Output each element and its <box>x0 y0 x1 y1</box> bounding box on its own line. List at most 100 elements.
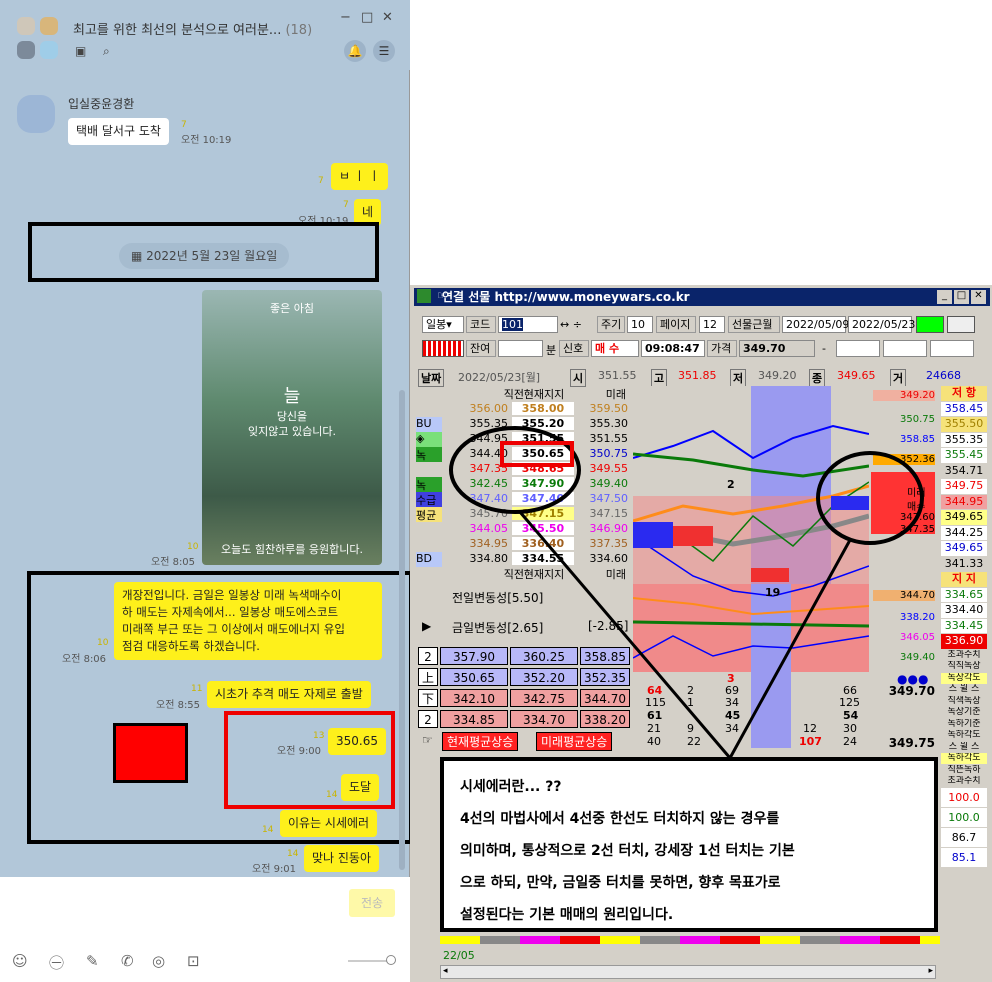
menu-icon[interactable]: ☰ <box>373 40 395 62</box>
date-divider-text: 2022년 5월 23일 월요일 <box>146 249 278 263</box>
emoji-icon[interactable]: ☺ <box>12 952 28 970</box>
unread-count: 13 <box>313 731 325 741</box>
extra-field[interactable] <box>883 340 927 357</box>
status-led <box>916 316 944 333</box>
panel-item: 344.95 <box>941 494 987 509</box>
extra-field[interactable] <box>930 340 974 357</box>
close-icon[interactable]: ✕ <box>382 10 393 25</box>
note-line: 설정된다는 기본 매매의 원리입니다. <box>460 907 674 923</box>
panel-item: 334.45 <box>941 618 987 633</box>
option-box[interactable] <box>947 316 975 333</box>
notification-icon[interactable]: 🔔 <box>344 40 366 62</box>
emoticon-icon[interactable]: ㊀ <box>49 952 64 973</box>
member-avatar[interactable] <box>17 41 35 59</box>
date-to-input[interactable]: 2022/05/23 <box>848 316 915 333</box>
live-icon[interactable]: ◎ <box>152 952 165 970</box>
photo-message[interactable]: 좋은 아침 늘 당신을 잊지않고 있습니다. 오늘도 힘찬하루를 응원합니다. <box>202 290 382 565</box>
panel-item: 녹상각도 <box>941 672 987 684</box>
panel-item: 초과수치 <box>941 649 987 661</box>
minute-label: 분 <box>546 344 557 357</box>
unread-count: 10 <box>97 638 109 648</box>
member-avatar[interactable] <box>40 41 58 59</box>
price-label: 가격 <box>707 340 737 357</box>
photo-caption: 좋은 아침 <box>270 302 314 315</box>
message-time: 오전 9:01 <box>252 864 297 875</box>
minimize-icon[interactable]: _ <box>937 290 952 304</box>
member-avatar[interactable] <box>17 17 35 35</box>
chart-type-select[interactable]: 일봉▾ <box>422 316 464 333</box>
panel-item: 녹하각도 <box>941 753 987 764</box>
panel-item: 86.7 <box>941 827 987 847</box>
photo-caption: 늘 <box>283 386 301 407</box>
sender-name: 입실중윤경환 <box>68 97 135 111</box>
extra-field[interactable] <box>836 340 880 357</box>
chat-header: 최고를 위한 최선의 분석으로 여러분... (18) − □ ✕ ▣ ⌕ 🔔 … <box>0 0 410 70</box>
photo-caption: 잊지않고 있습니다. <box>248 425 336 438</box>
panel-item: 85.1 <box>941 847 987 867</box>
panel-item: 녹하각도 <box>941 730 987 741</box>
note-line: 의미하며, 통상적으로 2선 터치, 강세장 1선 터치는 기본 <box>460 843 795 859</box>
minimize-icon[interactable]: − <box>340 10 351 25</box>
date-from-input[interactable]: 2022/05/09 <box>782 316 849 333</box>
message-time: 오전 9:00 <box>277 746 322 757</box>
chat-title-text: 최고를 위한 최선의 분석으로 여러분... <box>73 23 282 38</box>
panel-item: 334.40 <box>941 603 987 618</box>
trading-titlebar: 연결 선물 http://www.moneywars.co.kr <box>414 288 990 306</box>
panel-item: 직직녹상 <box>941 661 987 672</box>
panel-item: 336.90 <box>941 634 987 649</box>
panel-item: 355.50 <box>941 417 987 432</box>
call-icon[interactable]: ✆ <box>121 952 134 970</box>
cycle-input[interactable]: 10 <box>627 316 653 333</box>
maximize-icon[interactable]: □ <box>954 290 969 304</box>
drawer-icon[interactable]: ▣ <box>75 44 86 58</box>
panel-item: 349.65 <box>941 510 987 525</box>
panel-item: 100.0 <box>941 807 987 827</box>
message-time: 오전 10:19 <box>181 135 232 146</box>
scroll-right-icon[interactable]: ▸ <box>928 966 933 976</box>
member-avatar[interactable] <box>40 17 58 35</box>
message-bubble[interactable]: 이유는 시세에러 <box>280 810 378 837</box>
message-line: 미래쪽 부근 또는 그 이상에서 매도에너지 유입 <box>122 622 345 636</box>
unread-count: 7 <box>181 120 187 130</box>
stepper-icon[interactable]: ↔ ÷ <box>560 318 582 331</box>
horizontal-scrollbar[interactable]: ◂ ▸ <box>440 965 936 979</box>
panel-item: 스 윌 스 <box>941 741 987 753</box>
message-bubble[interactable]: 350.65 <box>328 728 386 755</box>
search-icon[interactable]: ⌕ <box>103 44 110 59</box>
zoom-slider-knob[interactable] <box>386 955 396 965</box>
window-title: 연결 선물 http://www.moneywars.co.kr <box>442 290 690 304</box>
message-bubble[interactable]: 택배 달서구 도착 <box>68 118 169 145</box>
panel-item: 355.45 <box>941 448 987 463</box>
annotation-overlay <box>449 426 924 759</box>
explanation-note: 시세에러란... ?? 4선의 마법사에서 4선중 한선도 터치하지 않는 경우… <box>440 757 938 932</box>
close-icon[interactable]: ✕ <box>971 290 986 304</box>
maximize-icon[interactable]: □ <box>361 10 373 25</box>
send-button[interactable]: 전송 <box>349 889 395 917</box>
capture-icon[interactable]: ⊡ <box>187 952 200 970</box>
scrollbar[interactable] <box>399 390 405 870</box>
panel-item: 녹상기준 <box>941 707 987 718</box>
support-resistance-panel: 저 항 358.45 355.50 355.35 355.45 354.71 349.75 3… <box>939 386 989 936</box>
message-line: 하 매도는 자제속에서... 일봉상 매도에스코트 <box>122 605 339 619</box>
page-input[interactable]: 12 <box>699 316 725 333</box>
remain-input[interactable] <box>498 340 543 357</box>
attach-icon[interactable]: ✎ <box>86 952 99 970</box>
photo-caption: 당신을 <box>276 410 308 423</box>
cycle-label: 주기 <box>597 316 625 333</box>
unread-count: 7 <box>343 200 349 210</box>
panel-item: 334.65 <box>941 587 987 602</box>
chat-window: 최고를 위한 최선의 분석으로 여러분... (18) − □ ✕ ▣ ⌕ 🔔 … <box>0 0 413 982</box>
scroll-left-icon[interactable]: ◂ <box>443 966 448 976</box>
message-bubble[interactable]: 도달 <box>341 774 380 801</box>
message-bubble[interactable]: 개장전입니다. 금일은 일봉상 미래 녹색매수이 하 매도는 자제속에서... … <box>114 582 382 660</box>
message-bubble[interactable]: 시초가 추격 매도 자제로 출발 <box>207 681 371 708</box>
message-bubble[interactable]: ㅂ ㅣ ㅣ <box>331 163 388 190</box>
panel-item: 직뜬녹하 <box>941 764 987 776</box>
message-bubble[interactable]: 맞나 진동아 <box>304 845 380 872</box>
unread-count: 14 <box>262 825 274 835</box>
contract-label: 선물근월 <box>728 316 780 333</box>
sender-avatar[interactable] <box>17 95 55 133</box>
code-input[interactable]: 101 <box>498 316 558 333</box>
member-count: (18) <box>285 23 313 38</box>
calendar-icon: ▦ <box>131 249 147 263</box>
